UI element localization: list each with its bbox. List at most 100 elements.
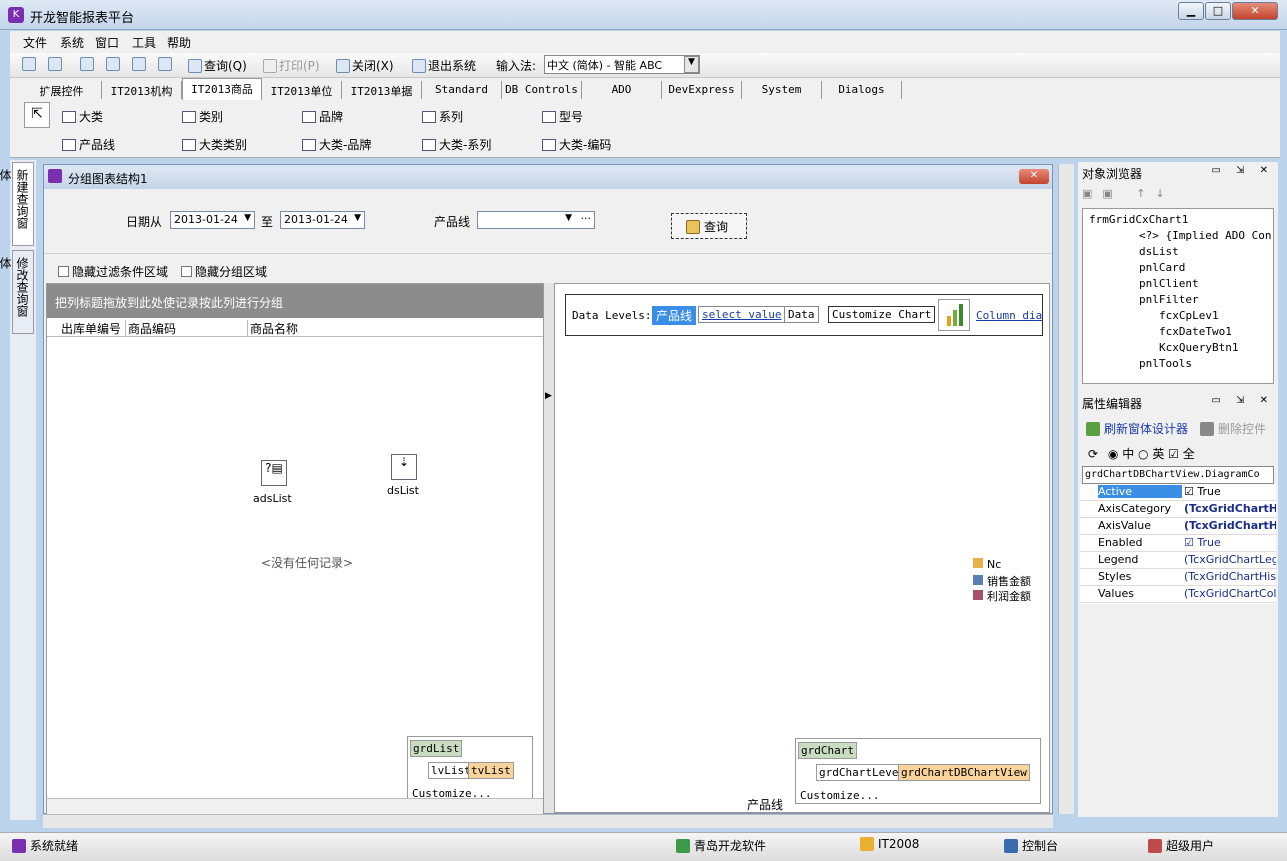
grid-scrollbar[interactable] (47, 798, 543, 814)
all-checkbox[interactable]: ☑ 全 (1168, 447, 1195, 461)
select-value-link[interactable]: select value (698, 306, 786, 323)
export-icon[interactable] (48, 57, 64, 71)
tab-system[interactable]: System (742, 81, 822, 99)
property-value[interactable]: (TcxGridChartLeger (1184, 553, 1276, 566)
chevron-right-icon[interactable]: ▶ (545, 391, 552, 401)
tab-it2013-unit[interactable]: IT2013单位 (262, 81, 342, 99)
horizontal-scrollbar[interactable] (43, 814, 1053, 828)
menu-help[interactable]: 帮助 (167, 34, 191, 51)
palette-item-model[interactable]: 型号 (542, 108, 583, 125)
ellipsis-icon[interactable]: ··· (581, 212, 592, 225)
tree-node[interactable]: pnlFilter (1139, 293, 1199, 306)
minimize-button[interactable]: ▁ (1178, 2, 1204, 20)
property-value[interactable]: (TcxGridChartHistog (1184, 570, 1276, 583)
tab-it2013-org[interactable]: IT2013机构 (102, 81, 182, 99)
tree-node[interactable]: pnlTools (1139, 357, 1192, 370)
tree-node[interactable]: dsList (1139, 245, 1179, 258)
lang-en-radio[interactable]: ○ 英 (1138, 447, 1164, 461)
date-from-picker[interactable]: 2013-01-24 ▼ (170, 211, 255, 229)
grid-view-lv[interactable]: lvList (428, 762, 474, 779)
query-button[interactable]: 查询(Q) (188, 57, 247, 74)
chart-view-dbchart[interactable]: grdChartDBChartView (898, 764, 1030, 781)
menu-tools[interactable]: 工具 (132, 34, 156, 51)
arrow-icons[interactable]: ▣▣ ↑↓ (1082, 187, 1175, 200)
tree-node[interactable]: fcxDateTwo1 (1159, 325, 1232, 338)
form-close-icon[interactable]: ✕ (1019, 169, 1049, 184)
chart-view-level[interactable]: grdChartLevel (816, 764, 909, 781)
grid-view-tv[interactable]: tvList (468, 762, 514, 779)
property-row[interactable]: Styles (TcxGridChartHistog (1080, 569, 1276, 586)
chart-customize-link[interactable]: Customize... (800, 789, 879, 802)
menu-file[interactable]: 文件 (23, 34, 47, 51)
status-console[interactable]: 控制台 (1004, 837, 1058, 854)
data-level-chip[interactable]: 产品线 (652, 306, 697, 325)
property-row[interactable]: AxisValue (TcxGridChartHis (1080, 518, 1276, 535)
tab-standard[interactable]: Standard (422, 81, 502, 99)
new-icon[interactable] (80, 57, 96, 71)
ds-list-component-icon[interactable]: ⇣ (391, 454, 417, 480)
tab-devexpress[interactable]: DevExpress (662, 81, 742, 99)
chart-level-name[interactable]: grdChart (798, 742, 857, 759)
tab-edit-query-form[interactable]: 修改查询窗体 (0, 250, 34, 334)
delete-control-button[interactable]: 删除控件 (1200, 420, 1266, 437)
print-button[interactable]: 打印(P) (263, 57, 320, 74)
tab-dialogs[interactable]: Dialogs (822, 81, 902, 99)
customize-chart-button[interactable]: Customize Chart (828, 306, 936, 323)
panel-controls-icon[interactable]: ▭ ⇲ ✕ (1211, 165, 1274, 176)
palette-item-category[interactable]: 大类 (62, 108, 103, 125)
hide-filter-checkbox[interactable]: 隐藏过滤条件区域 (58, 263, 168, 280)
tree-node[interactable]: pnlCard (1139, 261, 1185, 274)
column-header[interactable]: 商品编码 (125, 320, 176, 337)
property-value[interactable]: (TcxGridChartHis (1184, 502, 1276, 515)
tree-node[interactable]: frmGridCxChart1 (1089, 213, 1188, 226)
refresh-designer-button[interactable]: 刷新窗体设计器 (1086, 420, 1188, 437)
tree-node[interactable]: pnlClient (1139, 277, 1199, 290)
chart-level-designer[interactable]: grdChart grdChartLevel grdChartDBChartVi… (795, 738, 1041, 804)
product-line-select[interactable]: ▼ ··· (477, 211, 595, 229)
tree-node[interactable]: <?> {Implied ADO Con (1139, 229, 1271, 242)
chevron-down-icon[interactable]: ▼ (684, 56, 699, 73)
table-icon[interactable] (158, 57, 174, 71)
data-button[interactable]: Data (784, 306, 819, 323)
palette-item-major-series[interactable]: 大类-系列 (422, 136, 491, 153)
ime-select[interactable]: 中文 (简体) - 智能 ABC (544, 55, 700, 74)
palette-item-major-class[interactable]: 大类类别 (182, 136, 247, 153)
property-value[interactable]: ☑ True (1184, 536, 1276, 549)
property-value[interactable]: (TcxGridChartHis (1184, 519, 1276, 532)
column-header[interactable]: 商品名称 (247, 320, 298, 337)
lang-zh-radio[interactable]: ◉ 中 (1108, 447, 1134, 461)
palette-item-major-code[interactable]: 大类-编码 (542, 136, 611, 153)
save-icon[interactable] (22, 57, 38, 71)
column-diagram-link[interactable]: Column diag (976, 309, 1042, 322)
hide-group-checkbox[interactable]: 隐藏分组区域 (181, 263, 267, 280)
property-value[interactable]: ☑ True (1184, 485, 1276, 498)
close-button[interactable]: 关闭(X) (336, 57, 394, 74)
tab-extended-controls[interactable]: 扩展控件 (22, 81, 102, 99)
column-header[interactable]: 出库单编号 (61, 320, 121, 337)
tab-db-controls[interactable]: DB Controls (502, 81, 582, 99)
edit-icon[interactable] (106, 57, 122, 71)
grid-level-name[interactable]: grdList (410, 740, 463, 757)
palette-item-brand[interactable]: 品牌 (302, 108, 343, 125)
date-to-picker[interactable]: 2013-01-24 ▼ (280, 211, 365, 229)
tree-node[interactable]: fcxCpLev1 (1159, 309, 1219, 322)
menu-system[interactable]: 系统 (60, 34, 84, 51)
ads-list-component-icon[interactable]: ?▤ (261, 460, 287, 486)
group-by-area[interactable]: 把列标题拖放到此处使记录按此列进行分组 (47, 284, 543, 318)
tab-ado[interactable]: ADO (582, 81, 662, 99)
property-row[interactable]: Legend (TcxGridChartLeger (1080, 552, 1276, 569)
palette-item-product-line[interactable]: 产品线 (62, 136, 115, 153)
close-window-button[interactable]: ✕ (1232, 2, 1278, 20)
exit-button[interactable]: 退出系统 (412, 57, 476, 74)
pointer-tool-icon[interactable]: ⇱ (24, 102, 50, 128)
palette-item-series[interactable]: 系列 (422, 108, 463, 125)
package-icon[interactable] (132, 57, 148, 71)
grid-level-designer[interactable]: grdList lvList tvList Customize... (407, 736, 533, 802)
property-row[interactable]: Active ☑ True (1080, 484, 1276, 501)
tab-it2013-goods[interactable]: IT2013商品 (182, 78, 262, 100)
object-selector[interactable]: grdChartDBChartView.DiagramCo (1082, 466, 1274, 484)
refresh-small-icon[interactable]: ⟳ (1088, 447, 1098, 461)
menu-window[interactable]: 窗口 (95, 34, 119, 51)
tab-it2013-docs[interactable]: IT2013单据 (342, 81, 422, 99)
property-value[interactable]: (TcxGridChartColum (1184, 587, 1276, 600)
